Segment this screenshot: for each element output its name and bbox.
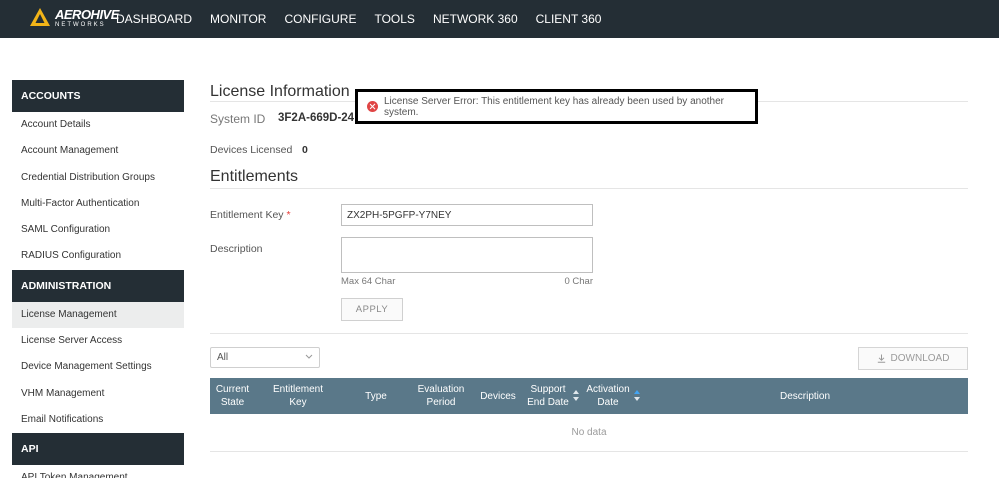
error-message: License Server Error: This entitlement k… <box>384 95 724 118</box>
sidebar-item-vhm-management[interactable]: VHM Management <box>12 381 184 407</box>
nav-tools[interactable]: TOOLS <box>374 12 414 26</box>
description-label: Description <box>210 243 263 255</box>
sidebar-item-radius-configuration[interactable]: RADIUS Configuration <box>12 243 184 269</box>
state-filter-select[interactable]: All <box>210 347 320 368</box>
sidebar-item-credential-distribution-groups[interactable]: Credential Distribution Groups <box>12 165 184 191</box>
chevron-down-icon <box>305 352 313 363</box>
entitlements-title: Entitlements <box>210 168 299 185</box>
error-icon <box>367 101 378 112</box>
description-textarea[interactable] <box>341 237 593 273</box>
license-information-title: License Information <box>210 83 350 100</box>
table-empty-state: No data <box>210 414 968 452</box>
column-activation-date[interactable]: Activation Date <box>582 378 644 414</box>
sidebar-header-accounts: ACCOUNTS <box>12 80 184 112</box>
sidebar-item-license-server-access[interactable]: License Server Access <box>12 328 184 354</box>
entitlement-key-input[interactable]: ZX2PH-5PGFP-Y7NEY <box>341 204 593 226</box>
logo-name: AEROHIVE <box>55 7 119 22</box>
sidebar-item-api-token-management[interactable]: API Token Management <box>12 465 184 478</box>
max-chars-hint: Max 64 Char <box>341 276 396 287</box>
required-mark: * <box>286 209 291 221</box>
nav-network-360[interactable]: NETWORK 360 <box>433 12 518 26</box>
aerohive-logo[interactable]: AEROHIVE NETWORKS <box>30 8 119 28</box>
error-toast: License Server Error: This entitlement k… <box>355 89 758 124</box>
sort-icon[interactable] <box>572 390 579 402</box>
nav-dashboard[interactable]: DASHBOARD <box>116 12 192 26</box>
system-id-value: 3F2A-669D-24 <box>278 112 355 124</box>
download-icon <box>877 354 886 363</box>
logo-sub: NETWORKS <box>55 22 106 28</box>
download-button[interactable]: DOWNLOAD <box>858 347 968 370</box>
sidebar-header-administration: ADMINISTRATION <box>12 269 184 302</box>
column-description[interactable]: Description <box>650 378 960 414</box>
entitlement-key-label: Entitlement Key * <box>210 209 291 221</box>
nav-configure[interactable]: CONFIGURE <box>284 12 356 26</box>
table-header: Current State Entitlement Key Type Evalu… <box>210 378 968 414</box>
divider <box>210 188 968 189</box>
nav-client-360[interactable]: CLIENT 360 <box>536 12 602 26</box>
system-id-label: System ID <box>210 112 266 126</box>
nav-monitor[interactable]: MONITOR <box>210 12 266 26</box>
sidebar-item-email-notifications[interactable]: Email Notifications <box>12 407 184 433</box>
column-devices[interactable]: Devices <box>478 378 518 414</box>
sidebar-item-device-management-settings[interactable]: Device Management Settings <box>12 354 184 380</box>
state-filter-value: All <box>217 352 229 363</box>
sidebar-header-api: API <box>12 433 184 466</box>
column-type[interactable]: Type <box>355 378 397 414</box>
column-entitlement-key[interactable]: Entitlement Key <box>262 378 334 414</box>
top-nav-bar: AEROHIVE NETWORKS DASHBOARD MONITOR CONF… <box>0 0 999 38</box>
column-support-end-date[interactable]: Support End Date <box>522 378 584 414</box>
sidebar-item-account-details[interactable]: Account Details <box>12 112 184 138</box>
column-evaluation-period[interactable]: Evaluation Period <box>410 378 472 414</box>
sidebar: ACCOUNTS Account Details Account Managem… <box>12 80 184 478</box>
divider <box>210 333 968 334</box>
sidebar-item-multi-factor-authentication[interactable]: Multi-Factor Authentication <box>12 191 184 217</box>
devices-licensed-value: 0 <box>302 144 308 156</box>
sidebar-item-license-management[interactable]: License Management <box>12 301 184 329</box>
sidebar-item-saml-configuration[interactable]: SAML Configuration <box>12 217 184 243</box>
logo-mark-icon <box>30 8 50 28</box>
sort-asc-icon[interactable] <box>633 390 640 402</box>
column-current-state[interactable]: Current State <box>210 378 255 414</box>
sidebar-item-account-management[interactable]: Account Management <box>12 138 184 164</box>
devices-licensed-label: Devices Licensed <box>210 144 293 156</box>
char-count: 0 Char <box>564 276 593 287</box>
download-label: DOWNLOAD <box>890 353 950 364</box>
apply-button[interactable]: APPLY <box>341 298 403 321</box>
